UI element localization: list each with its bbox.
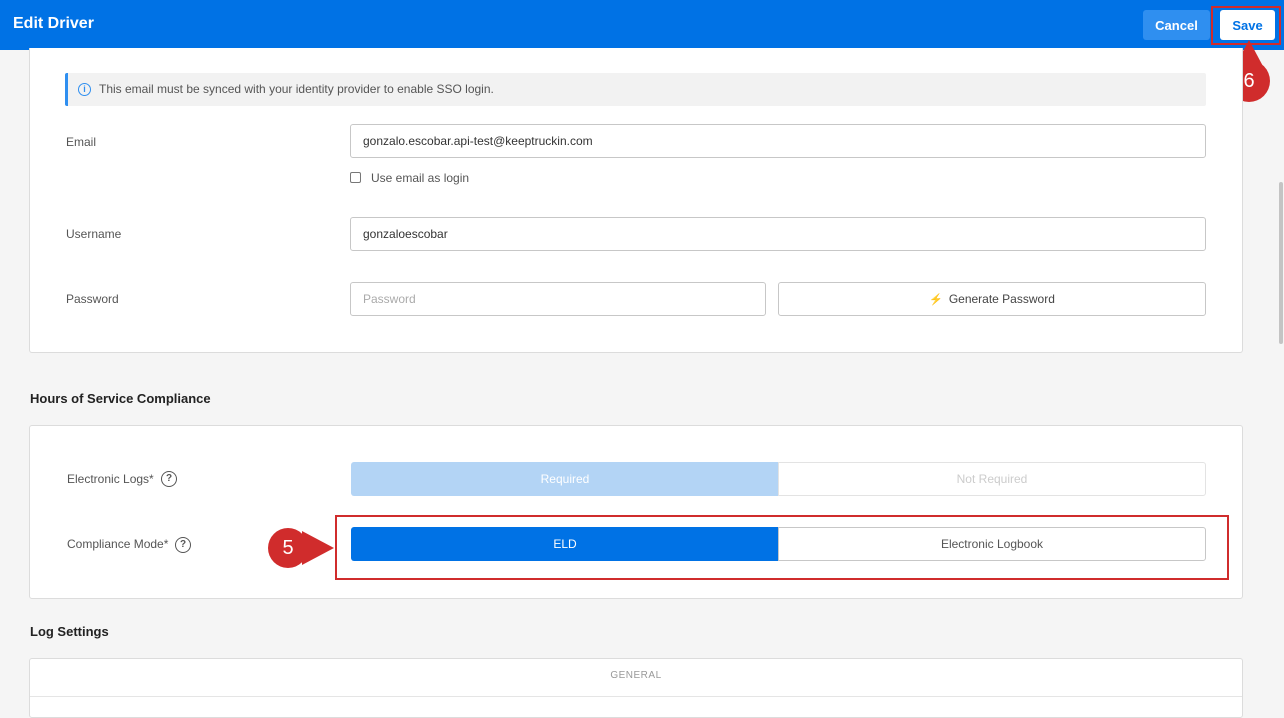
username-field[interactable] bbox=[350, 217, 1206, 251]
page-scrollbar[interactable] bbox=[1279, 182, 1283, 344]
username-label: Username bbox=[66, 227, 122, 241]
password-label: Password bbox=[66, 292, 119, 306]
log-settings-card bbox=[29, 658, 1243, 718]
use-email-login-checkbox[interactable] bbox=[350, 172, 361, 183]
electronic-logs-required-option[interactable]: Required bbox=[351, 462, 779, 496]
callout-step-5: 5 bbox=[268, 528, 308, 568]
email-label: Email bbox=[66, 135, 97, 149]
lightning-icon: ⚡ bbox=[929, 294, 943, 306]
email-field[interactable] bbox=[350, 124, 1206, 158]
compliance-mode-help-icon[interactable]: ? bbox=[175, 537, 191, 553]
cancel-button[interactable]: Cancel bbox=[1143, 10, 1210, 40]
hos-section-title: Hours of Service Compliance bbox=[30, 391, 211, 406]
top-bar: Edit Driver bbox=[0, 0, 1284, 50]
log-settings-divider bbox=[30, 696, 1242, 697]
use-email-login-label: Use email as login bbox=[371, 171, 470, 185]
electronic-logs-label: Electronic Logs* bbox=[67, 472, 154, 486]
compliance-mode-highlight-box bbox=[335, 515, 1229, 580]
page-title: Edit Driver bbox=[13, 15, 94, 32]
sso-notice-text: This email must be synced with your iden… bbox=[99, 82, 494, 96]
general-tab-label: GENERAL bbox=[610, 670, 662, 681]
electronic-logs-help-icon[interactable]: ? bbox=[161, 471, 177, 487]
info-icon: i bbox=[78, 83, 91, 96]
password-field[interactable] bbox=[350, 282, 766, 316]
generate-password-button[interactable]: ⚡ Generate Password bbox=[778, 282, 1206, 316]
sso-notice: i This email must be synced with your id… bbox=[65, 73, 1206, 106]
compliance-mode-label: Compliance Mode* bbox=[67, 537, 169, 551]
generate-password-label: Generate Password bbox=[948, 292, 1055, 306]
log-settings-section-title: Log Settings bbox=[30, 624, 109, 639]
electronic-logs-not-required-option[interactable]: Not Required bbox=[778, 462, 1206, 496]
